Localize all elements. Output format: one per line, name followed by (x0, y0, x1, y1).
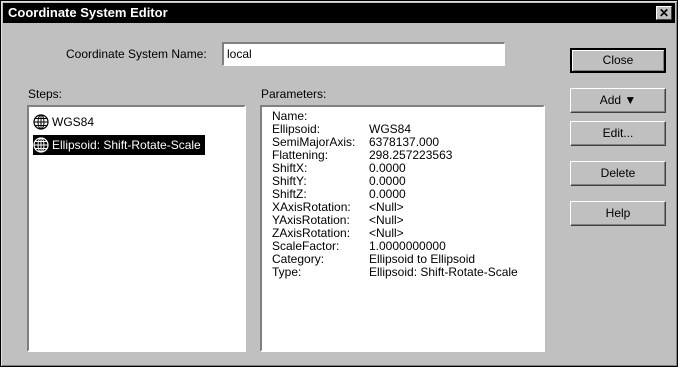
parameter-key: Type: (272, 265, 302, 279)
parameter-value: Ellipsoid: Shift-Rotate-Scale (369, 265, 518, 279)
name-label: Coordinate System Name: (66, 47, 207, 61)
help-button[interactable]: Help (570, 201, 666, 226)
globe-icon (33, 137, 49, 153)
steps-label: Steps: (28, 87, 63, 101)
step-item[interactable]: WGS84 (33, 112, 98, 132)
parameters-label: Parameters: (261, 87, 327, 101)
parameters-panel: Name: Ellipsoid: WGS84 SemiMajorAxis: 637813… (260, 105, 545, 352)
add-button[interactable]: Add ▼ (570, 88, 666, 113)
edit-button[interactable]: Edit... (570, 121, 666, 146)
globe-icon (33, 114, 49, 130)
step-item-label: WGS84 (52, 115, 95, 129)
steps-list[interactable]: WGS84 Ellipsoid: Shift-Rotate-Scale (27, 105, 246, 352)
coordinate-system-name-input[interactable]: local (222, 42, 505, 66)
title-bar[interactable]: Coordinate System Editor ✕ (3, 3, 675, 23)
close-icon[interactable]: ✕ (656, 6, 672, 20)
step-item[interactable]: Ellipsoid: Shift-Rotate-Scale (33, 135, 205, 155)
close-button[interactable]: Close (570, 48, 666, 73)
delete-button[interactable]: Delete (570, 161, 666, 186)
coordinate-system-editor-dialog: Coordinate System Editor ✕ Coordinate Sy… (0, 0, 678, 367)
step-item-label: Ellipsoid: Shift-Rotate-Scale (52, 138, 201, 152)
window-title: Coordinate System Editor (8, 5, 168, 20)
